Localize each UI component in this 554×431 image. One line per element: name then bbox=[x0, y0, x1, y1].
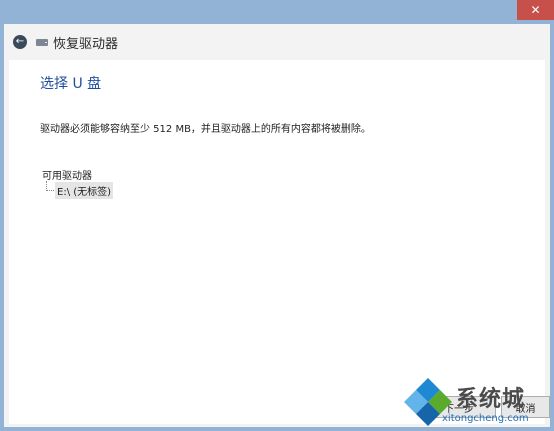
watermark-url: xitongcheng.com bbox=[442, 413, 529, 424]
close-button[interactable]: ✕ bbox=[517, 0, 554, 20]
window-frame: ✕ ← 恢复驱动器 选择 U 盘 驱动器必须能够容纳至少 512 MB，并且驱动… bbox=[0, 0, 554, 431]
page-title: 选择 U 盘 bbox=[40, 76, 102, 92]
window-header: ← 恢复驱动器 bbox=[4, 24, 550, 60]
recovery-drive-window: ← 恢复驱动器 选择 U 盘 驱动器必须能够容纳至少 512 MB，并且驱动器上… bbox=[4, 24, 550, 427]
drive-option[interactable]: E:\ (无标签) bbox=[55, 182, 114, 199]
instruction-text: 驱动器必须能够容纳至少 512 MB，并且驱动器上的所有内容都将被删除。 bbox=[40, 124, 371, 135]
content-panel: 选择 U 盘 驱动器必须能够容纳至少 512 MB，并且驱动器上的所有内容都将被… bbox=[9, 60, 545, 424]
watermark-text: 系统城 bbox=[456, 387, 526, 412]
arrow-left-icon: ← bbox=[15, 36, 25, 47]
back-button[interactable]: ← bbox=[13, 35, 27, 49]
available-drives-label: 可用驱动器 bbox=[42, 171, 92, 182]
window-title: 恢复驱动器 bbox=[53, 36, 119, 52]
usb-drive-icon bbox=[36, 38, 48, 46]
tree-connector bbox=[46, 181, 54, 191]
